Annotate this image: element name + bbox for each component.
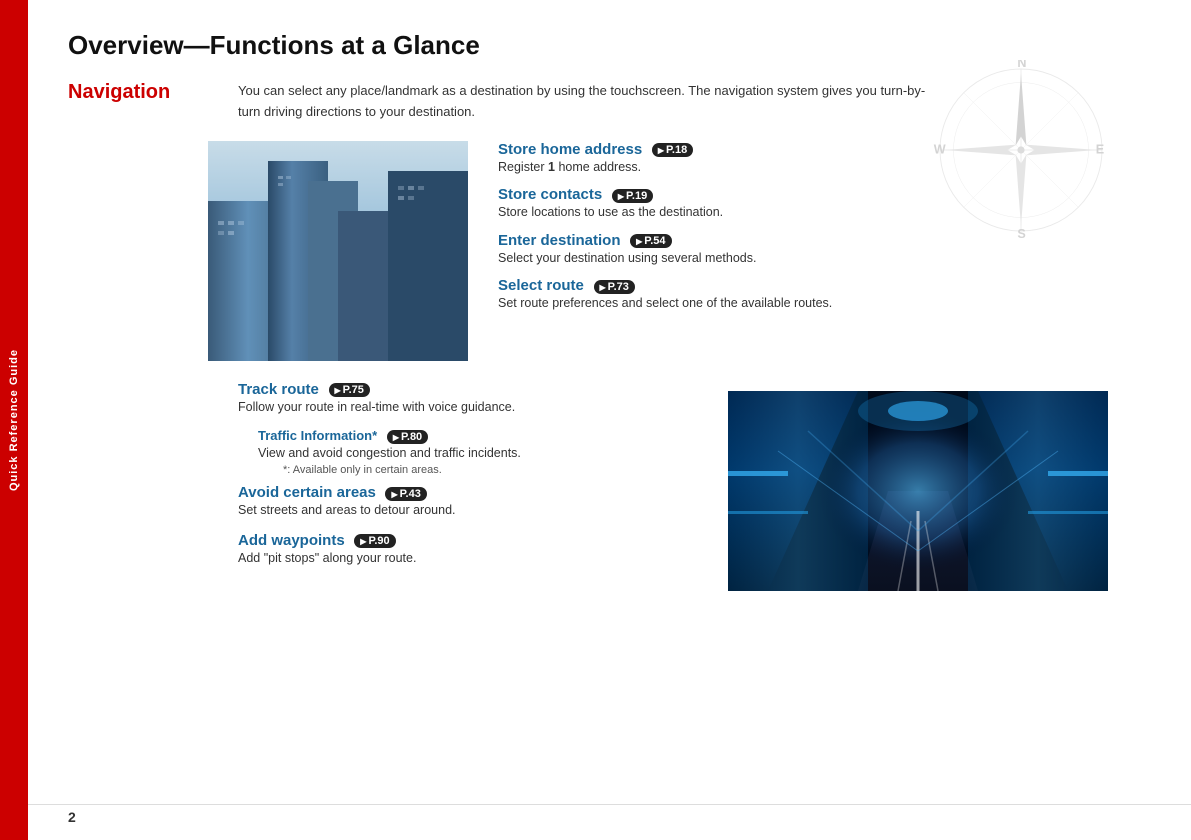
enter-destination-badge: P.54 — [630, 234, 671, 248]
select-route-desc: Set route preferences and select one of … — [498, 295, 1151, 313]
traffic-info-desc: View and avoid congestion and traffic in… — [258, 445, 698, 463]
track-route-title: Track route — [238, 381, 319, 398]
sidebar-tab: Quick Reference Guide — [0, 0, 28, 840]
svg-text:N: N — [1017, 60, 1026, 70]
add-waypoints-desc: Add "pit stops" along your route. — [238, 550, 698, 568]
navigation-description: You can select any place/landmark as a d… — [238, 81, 938, 123]
traffic-info-title: Traffic Information* — [258, 428, 377, 443]
feature-track-route: Track route P.75 Follow your route in re… — [238, 381, 698, 417]
select-route-badge: P.73 — [594, 280, 635, 294]
page-title: Overview—Functions at a Glance — [68, 30, 1151, 61]
svg-text:S: S — [1017, 227, 1025, 240]
feature-avoid-areas: Avoid certain areas P.43 Set streets and… — [238, 484, 698, 520]
avoid-areas-desc: Set streets and areas to detour around. — [238, 502, 698, 520]
store-home-badge: P.18 — [652, 143, 693, 157]
building-image — [208, 141, 468, 361]
avoid-areas-title: Avoid certain areas — [238, 484, 376, 501]
enter-destination-title: Enter destination — [498, 232, 621, 249]
bottom-features: Track route P.75 Follow your route in re… — [238, 381, 698, 591]
traffic-info-badge: P.80 — [387, 430, 428, 444]
bottom-left-spacer — [68, 381, 208, 591]
divider — [28, 804, 1191, 805]
feature-add-waypoints: Add waypoints P.90 Add "pit stops" along… — [238, 532, 698, 568]
add-waypoints-title: Add waypoints — [238, 532, 345, 549]
page-number: 2 — [68, 809, 76, 825]
add-waypoints-badge: P.90 — [354, 534, 395, 548]
avoid-areas-badge: P.43 — [385, 487, 426, 501]
compass-decoration: N S E W — [931, 60, 1111, 240]
select-route-title: Select route — [498, 277, 584, 294]
store-contacts-badge: P.19 — [612, 189, 653, 203]
road-tunnel-image — [728, 391, 1108, 591]
feature-traffic-info: Traffic Information* P.80 View and avoid… — [258, 428, 698, 476]
traffic-info-note: *: Available only in certain areas. — [283, 464, 698, 476]
svg-text:E: E — [1096, 143, 1104, 157]
enter-destination-desc: Select your destination using several me… — [498, 250, 1151, 268]
bottom-section: Track route P.75 Follow your route in re… — [68, 381, 1151, 591]
navigation-label: Navigation — [68, 81, 170, 103]
left-spacer — [68, 141, 208, 361]
svg-text:W: W — [934, 143, 946, 157]
track-route-badge: P.75 — [329, 383, 370, 397]
feature-select-route: Select route P.73 Set route preferences … — [498, 277, 1151, 313]
sidebar-label: Quick Reference Guide — [8, 349, 20, 491]
track-route-desc: Follow your route in real-time with voic… — [238, 399, 698, 417]
store-home-title: Store home address — [498, 141, 642, 158]
main-content: N S E W Overview—Functions at a Glance N… — [28, 0, 1191, 840]
store-contacts-title: Store contacts — [498, 186, 602, 203]
